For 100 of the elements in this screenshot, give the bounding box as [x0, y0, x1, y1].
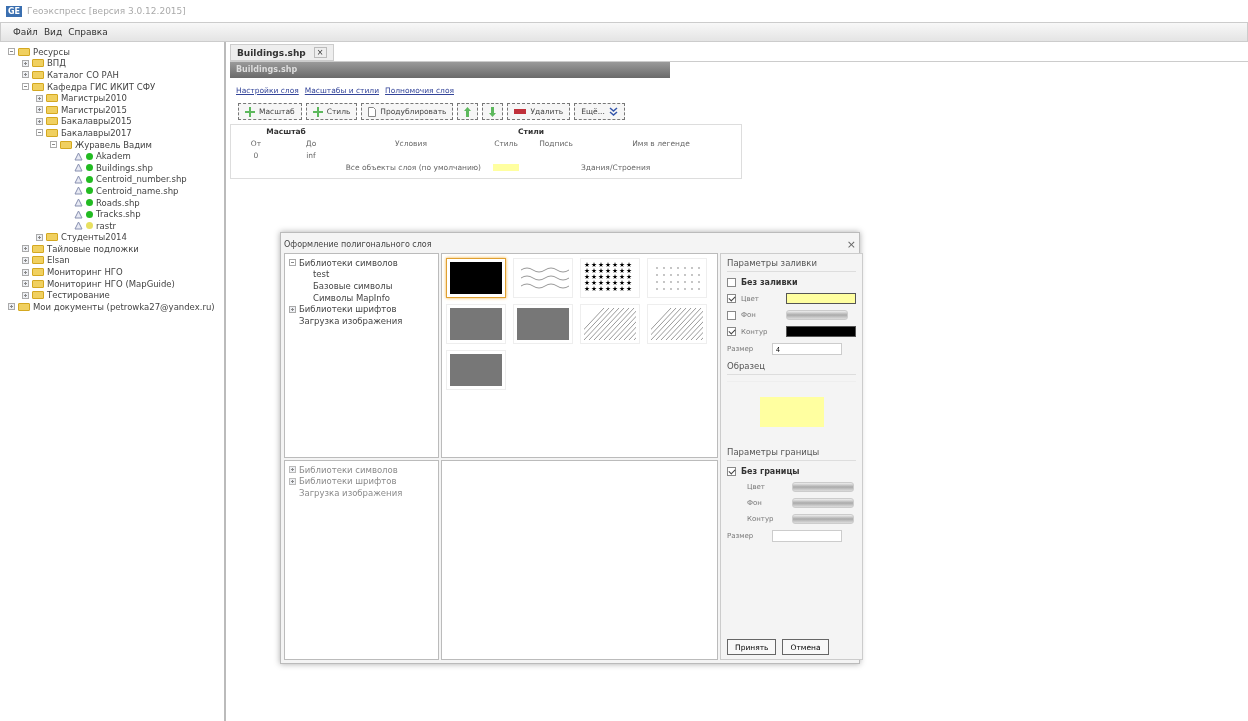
expand-toggle-icon[interactable] — [289, 466, 296, 474]
expand-toggle-icon[interactable] — [36, 129, 43, 137]
checkbox-label: Без границы — [741, 467, 800, 476]
tree-item[interactable]: Бакалавры2017 — [61, 127, 132, 138]
expand-toggle-icon[interactable] — [22, 257, 29, 264]
color-select[interactable] — [786, 326, 856, 337]
library-item[interactable]: test — [313, 269, 330, 280]
size-field[interactable] — [772, 530, 842, 542]
fill-pattern-swatch — [450, 354, 502, 386]
expand-toggle-icon[interactable] — [50, 141, 57, 149]
close-button[interactable]: × — [846, 237, 856, 251]
tree-item[interactable]: Мониторинг НГО — [47, 267, 123, 278]
checkbox[interactable] — [727, 467, 736, 476]
expand-toggle-icon[interactable] — [36, 233, 43, 241]
arrow-button[interactable] — [482, 103, 504, 120]
expand-toggle-icon[interactable] — [22, 71, 29, 79]
tree-item[interactable]: Студенты2014 — [61, 232, 127, 243]
chevron-icon — [608, 107, 618, 116]
tree-item[interactable]: Buildings.shp — [96, 162, 153, 173]
library-item[interactable]: Загрузка изображения — [299, 488, 403, 498]
expand-toggle-icon[interactable] — [36, 106, 43, 114]
section-title: Параметры заливки — [727, 258, 856, 272]
expand-toggle-icon[interactable] — [22, 83, 29, 91]
tree-item[interactable]: Мои документы (petrowka27@yandex.ru) — [33, 301, 215, 312]
tree-item[interactable]: Centroid_number.shp — [96, 174, 187, 185]
style-swatch[interactable] — [493, 164, 519, 172]
arrow-button[interactable] — [457, 103, 479, 120]
expand-toggle-icon[interactable] — [36, 117, 43, 125]
expand-toggle-icon[interactable] — [8, 303, 15, 311]
folder-icon — [46, 94, 58, 103]
tree-item[interactable]: Centroid_name.shp — [96, 185, 179, 196]
checkbox[interactable] — [727, 310, 736, 320]
tree-item[interactable]: ВПД — [47, 58, 66, 69]
library-item[interactable]: Библиотеки символов — [299, 464, 398, 475]
expand-toggle-icon[interactable] — [22, 59, 29, 67]
tree-item[interactable]: Кафедра ГИС ИКИТ СФУ — [47, 81, 156, 92]
tree-item[interactable]: Каталог СО РАН — [47, 70, 119, 80]
folder-icon — [46, 117, 58, 126]
tree-item[interactable]: Магистры2010 — [61, 93, 127, 104]
minus-icon — [514, 108, 527, 115]
document-tab[interactable]: Buildings.shp × — [230, 44, 334, 61]
expand-toggle-icon[interactable] — [22, 245, 29, 253]
library-item[interactable]: Библиотеки шрифтов — [299, 476, 397, 487]
close-tab-button[interactable]: × — [313, 47, 327, 58]
app-logo: GE — [6, 5, 23, 17]
expand-toggle-icon[interactable] — [289, 305, 296, 313]
folder-icon — [32, 244, 44, 253]
color-select[interactable] — [786, 293, 856, 304]
window-title: Геоэкспресс [версия 3.0.12.2015] — [27, 6, 186, 16]
arrow-up-icon — [464, 106, 472, 117]
tree-item[interactable]: Тестирование — [47, 290, 110, 301]
menu-item[interactable]: Вид — [43, 27, 63, 37]
library-item[interactable]: Библиотеки шрифтов — [299, 304, 397, 315]
folder-icon — [46, 105, 58, 114]
folder-icon — [32, 279, 44, 288]
folder-icon — [46, 233, 58, 242]
folder-icon — [32, 59, 44, 68]
tree-item[interactable]: rastr — [96, 220, 116, 231]
library-item[interactable]: Символы MapInfo — [313, 292, 390, 303]
folder-icon — [32, 256, 44, 265]
checkbox[interactable] — [727, 327, 736, 336]
tree-item[interactable]: Ресурсы — [33, 46, 70, 57]
dialog-title: Оформление полигонального слоя — [284, 239, 432, 249]
folder-icon — [32, 291, 44, 300]
checkbox[interactable] — [727, 294, 736, 303]
plus-icon — [245, 106, 255, 117]
fill-pattern-swatch — [450, 308, 502, 340]
expand-toggle-icon[interactable] — [8, 48, 15, 56]
symbol-tile[interactable] — [446, 258, 506, 298]
expand-toggle-icon[interactable] — [289, 477, 296, 485]
fill-pattern-swatch — [517, 308, 569, 340]
fill-pattern-swatch — [651, 308, 703, 340]
expand-toggle-icon[interactable] — [22, 268, 29, 276]
tree-item[interactable]: Tracks.shp — [96, 209, 141, 220]
expand-toggle-icon[interactable] — [289, 259, 296, 267]
section-title: Образец — [727, 361, 856, 375]
plus-icon — [312, 106, 323, 117]
folder-icon — [32, 71, 44, 79]
folder-icon — [18, 302, 30, 311]
library-item[interactable]: Базовые символы — [313, 281, 393, 291]
fill-pattern-swatch — [450, 262, 502, 294]
arrow-down-icon — [489, 106, 497, 117]
menu-item[interactable]: Справка — [68, 27, 108, 37]
library-item[interactable]: Библиотеки символов — [299, 257, 398, 268]
tree-item[interactable]: Тайловые подложки — [47, 243, 139, 254]
tree-item[interactable]: Мониторинг НГО (MapGuide) — [47, 278, 175, 289]
tree-item[interactable]: Магистры2015 — [61, 104, 127, 115]
panel-title: Buildings.shp — [230, 62, 670, 78]
tree-item[interactable]: Журавель Вадим — [75, 139, 153, 150]
menu-item[interactable]: Файл — [13, 27, 38, 37]
checkbox[interactable] — [727, 278, 736, 287]
tree-item[interactable]: Akadem — [96, 151, 131, 162]
library-item[interactable]: Загрузка изображения — [299, 315, 403, 326]
tree-item[interactable]: Roads.shp — [96, 197, 140, 208]
tree-item[interactable]: Бакалавры2015 — [61, 116, 132, 127]
expand-toggle-icon[interactable] — [36, 94, 43, 102]
expand-toggle-icon[interactable] — [22, 291, 29, 299]
folder-icon — [32, 82, 44, 91]
expand-toggle-icon[interactable] — [22, 280, 29, 288]
tree-item[interactable]: Elsan — [47, 255, 70, 266]
